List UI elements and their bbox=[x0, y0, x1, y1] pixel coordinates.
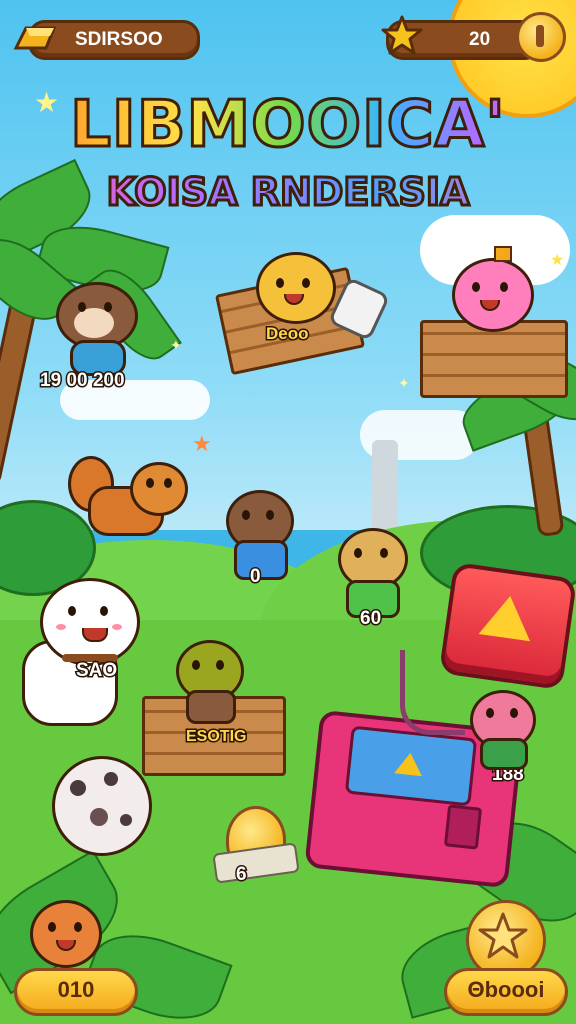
play-button[interactable] bbox=[438, 561, 576, 691]
animal-label: 60 bbox=[358, 607, 382, 631]
gold-bar-icon bbox=[12, 22, 58, 56]
blush bbox=[56, 624, 66, 630]
eye bbox=[276, 278, 284, 288]
pig-hat bbox=[494, 246, 512, 262]
animal-label: Deoo bbox=[265, 323, 310, 345]
mouth bbox=[82, 628, 108, 642]
game-subtitle: KOISA RNDERSIA bbox=[0, 169, 576, 216]
animal-label: ESOTIG bbox=[184, 727, 247, 747]
eye bbox=[216, 660, 224, 670]
eye bbox=[100, 606, 108, 616]
white-dog-face bbox=[40, 578, 140, 666]
spot bbox=[120, 814, 132, 826]
distant-tower bbox=[372, 440, 398, 540]
play-icon bbox=[478, 592, 536, 642]
eye bbox=[48, 922, 56, 932]
eye bbox=[472, 282, 480, 292]
eye bbox=[68, 606, 76, 616]
collection-button[interactable]: 010 bbox=[14, 968, 138, 1016]
eye bbox=[380, 548, 388, 558]
pink-cat-shirt bbox=[480, 738, 528, 770]
shop-button[interactable]: Θboooi bbox=[444, 968, 568, 1016]
spotted-pet-body bbox=[52, 756, 152, 856]
fox-face bbox=[130, 462, 188, 516]
game-scene: ★ ★ ✦ ✦ ★ SDIRSOO 20 LIBMOOICA' KOISA RN… bbox=[0, 0, 576, 1024]
star-sparkle: ★ bbox=[550, 250, 565, 269]
game-title: LIBMOOICA' bbox=[0, 87, 576, 164]
eye bbox=[74, 922, 82, 932]
machine-slot bbox=[443, 804, 483, 850]
cat-shirt bbox=[234, 540, 288, 580]
eye bbox=[192, 660, 200, 670]
animal-label: 6 bbox=[235, 863, 248, 887]
star-icon bbox=[380, 14, 424, 58]
blush bbox=[112, 624, 122, 630]
eye bbox=[500, 282, 508, 292]
spot bbox=[90, 808, 108, 826]
animal-label: 0 bbox=[249, 565, 262, 589]
spot bbox=[104, 772, 118, 786]
eye bbox=[354, 548, 362, 558]
eye bbox=[302, 278, 310, 288]
eye bbox=[486, 708, 494, 718]
star-sparkle: ★ bbox=[192, 432, 212, 457]
eye bbox=[146, 478, 154, 488]
animal-label: SAO bbox=[74, 659, 118, 683]
bear-face bbox=[256, 252, 336, 324]
eye bbox=[164, 478, 172, 488]
pig-face bbox=[452, 258, 534, 332]
spot bbox=[70, 780, 86, 796]
star-sparkle: ✦ bbox=[170, 338, 182, 354]
green-cat-body bbox=[186, 690, 236, 724]
machine-screen bbox=[344, 725, 478, 807]
eye bbox=[104, 302, 112, 312]
eye bbox=[242, 510, 250, 520]
eye bbox=[266, 510, 274, 520]
orange-cat-face bbox=[30, 900, 102, 968]
dog-muzzle bbox=[74, 308, 114, 338]
eye bbox=[510, 708, 518, 718]
eye bbox=[78, 302, 86, 312]
collection-button-label: 010 bbox=[57, 977, 95, 1002]
star-sparkle: ✦ bbox=[398, 376, 410, 392]
shop-button-label: Θboooi bbox=[467, 977, 545, 1002]
coin-icon[interactable] bbox=[516, 12, 566, 62]
animal-label: 19 00 200 bbox=[39, 369, 127, 393]
